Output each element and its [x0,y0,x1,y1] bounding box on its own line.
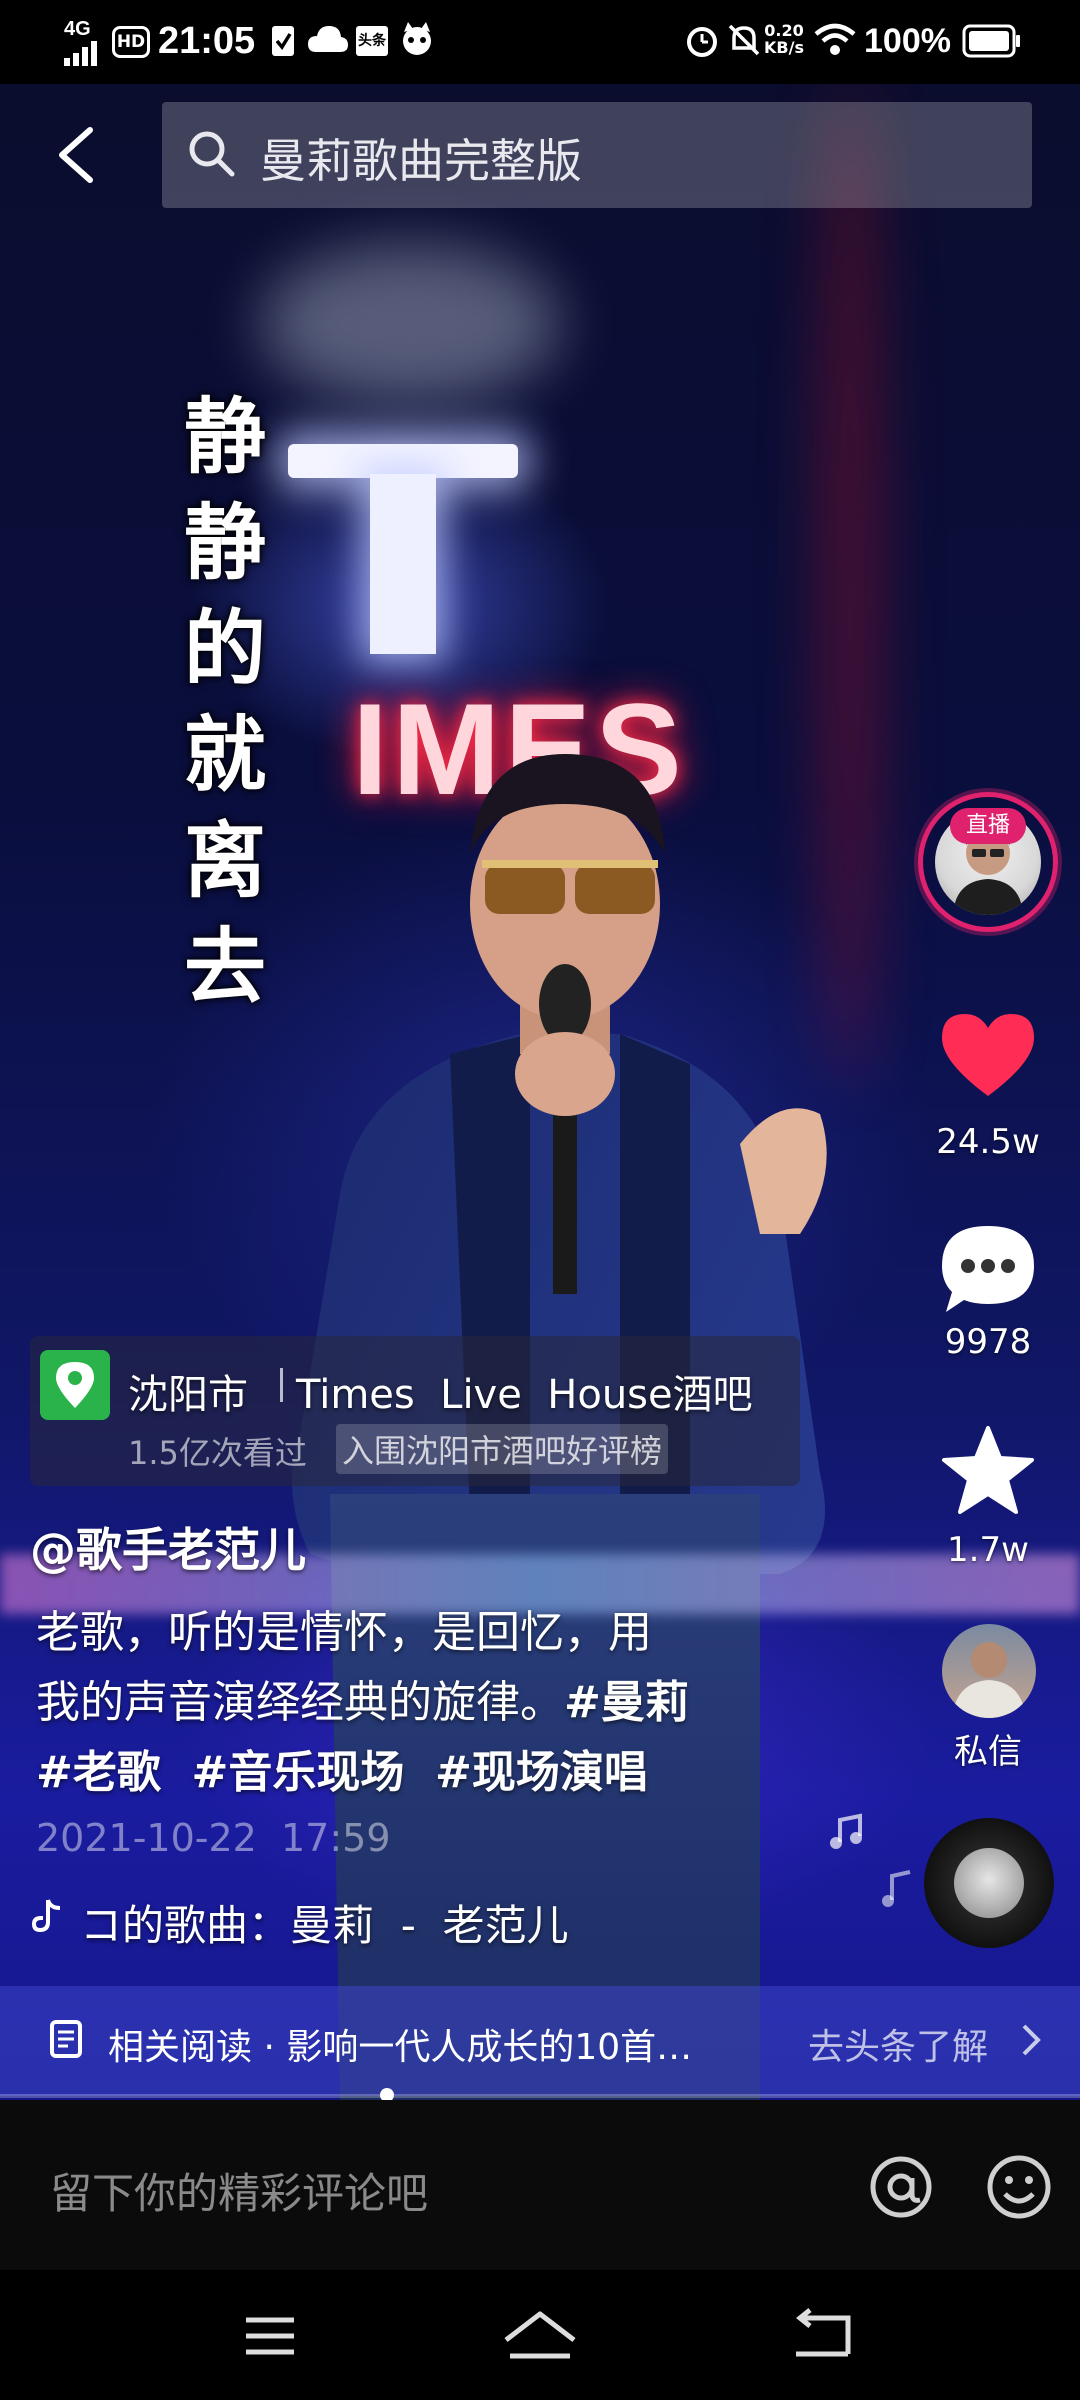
location-divider [280,1368,283,1402]
location-city: 沈阳市 [128,1372,248,1418]
search-query[interactable]: 曼莉歌曲完整版 [260,125,582,191]
comment-icon[interactable] [938,1220,1038,1314]
sign-logo-bar [288,444,518,478]
music-note-icon [830,1813,862,1849]
menu-icon[interactable] [240,2312,300,2360]
back-icon[interactable] [790,2308,856,2362]
caption: 老歌，听的是情怀，是回忆，用 我的声音演绎经典的旋律。#曼莉 #老歌 #音乐现场… [36,1598,896,1808]
caption-line: 我的声音演绎经典的旋律。 [36,1677,564,1728]
lyric-char: 静 [183,495,266,591]
message-avatar[interactable] [942,1624,1036,1718]
cat-icon [403,22,431,55]
app-badge: 头条 [356,26,388,56]
clipboard-check-icon [272,26,294,56]
back-arrow-icon[interactable] [52,124,98,186]
location-pin-icon [40,1350,110,1420]
alarm-icon [687,27,717,57]
location-views: 1.5亿次看过 [128,1434,307,1472]
battery-percent: 100% [864,22,951,60]
network-type: 4G [64,18,91,40]
like-count: 24.5w [936,1122,1040,1162]
caption-line: 老歌，听的是情怀，是回忆，用 [36,1607,652,1658]
sign-logo-stem [370,474,436,654]
star-icon[interactable] [940,1424,1036,1516]
music-note-icon [882,1870,911,1907]
hd-badge: HD [112,26,150,58]
chevron-right-icon[interactable] [1018,2022,1042,2058]
live-badge: 直播 [950,808,1026,844]
cloud-icon [308,26,348,52]
search-icon [189,131,235,177]
signal-icon [64,41,97,66]
home-icon[interactable] [500,2306,580,2362]
favorite-count: 1.7w [947,1530,1029,1570]
status-bar: 4G HD 21:05 头条 0.20 KB/s 100% [0,0,1080,84]
hashtag[interactable]: #老歌 [36,1747,161,1798]
message-label[interactable]: 私信 [918,1724,1058,1773]
hashtag[interactable]: #曼莉 [564,1677,689,1728]
document-icon [50,2020,82,2058]
music-disc[interactable] [924,1818,1054,1948]
post-date: 2021-10-22 17:59 [36,1816,391,1860]
comment-input[interactable]: 留下你的精彩评论吧 [50,2160,428,2221]
ranking-badge[interactable]: 入围沈阳市酒吧好评榜 [336,1424,669,1474]
author-name[interactable]: @歌手老范儿 [30,1514,306,1580]
hashtag[interactable]: #音乐现场 [192,1747,405,1798]
comment-count: 9978 [944,1322,1032,1362]
progress-track[interactable] [0,2094,1080,2098]
related-action[interactable]: 去头条了解 [808,2018,988,2070]
net-speed-unit: KB/s [764,38,804,57]
related-text[interactable]: 相关阅读 · 影响一代人成长的10首… [108,2018,692,2070]
heart-icon[interactable] [938,1010,1038,1100]
battery-icon [962,24,1020,58]
clock: 21:05 [158,20,256,62]
hashtag[interactable]: #现场演唱 [435,1747,648,1798]
emoji-icon[interactable] [984,2152,1054,2222]
at-icon[interactable] [866,2152,936,2222]
mute-icon [728,24,760,56]
location-place: Times Live House酒吧 [296,1372,753,1418]
music-title[interactable]: コ的歌曲：曼莉 - 老范儿 [80,1892,569,1953]
tiktok-icon [31,1899,61,1933]
music-disc-cover [954,1848,1024,1918]
sign-glow [260,244,560,404]
lyric-char: 静 [183,389,266,485]
wifi-icon [814,23,856,55]
